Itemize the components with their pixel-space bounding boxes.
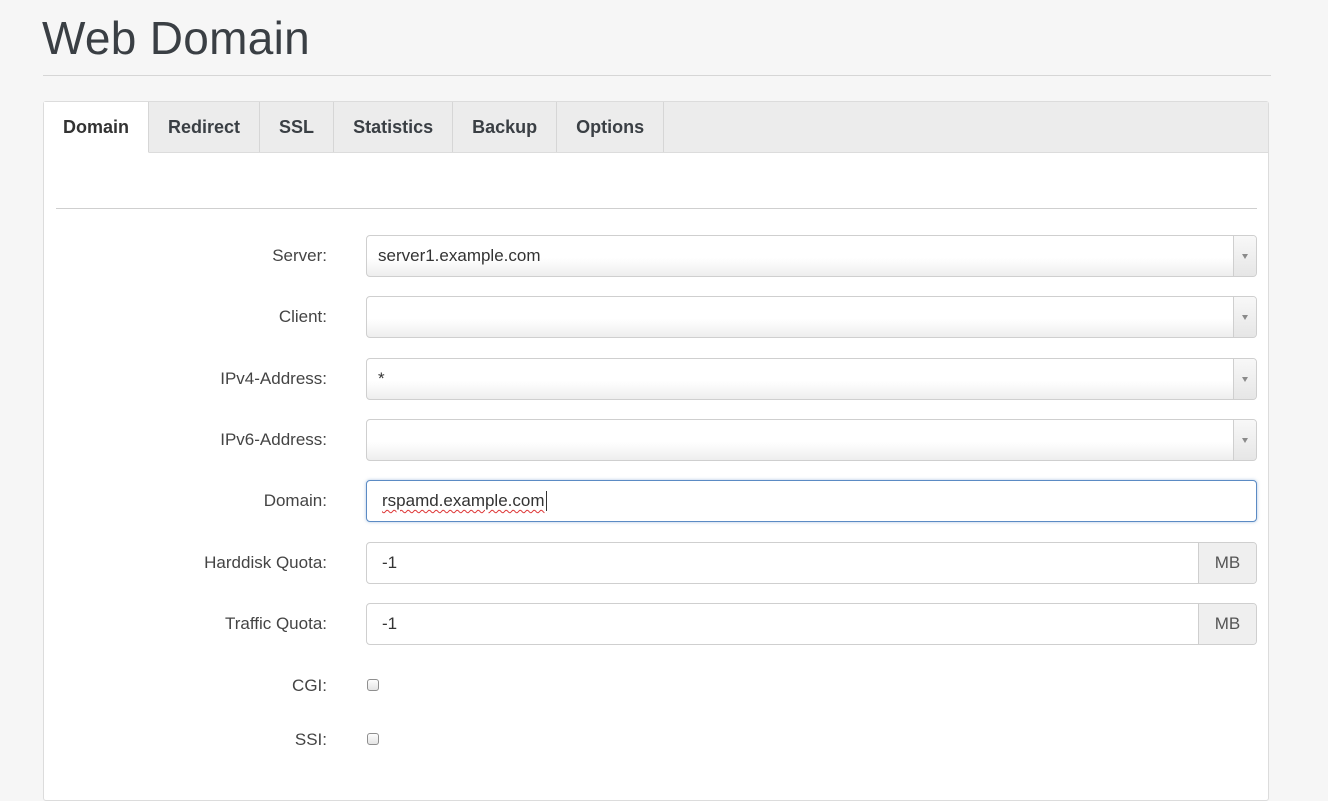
ipv6-label: IPv6-Address:	[220, 430, 327, 449]
traffic-quota-input-group: -1 MB	[366, 603, 1257, 645]
ipv4-select-toggle[interactable]	[1233, 359, 1256, 399]
client-label: Client:	[278, 307, 327, 326]
chevron-down-icon	[1242, 437, 1248, 443]
ipv4-row: IPv4-Address: *	[44, 358, 1268, 400]
domain-input[interactable]: rspamd.example.com	[366, 480, 1257, 522]
chevron-down-icon	[1242, 253, 1248, 259]
tab-redirect[interactable]: Redirect	[149, 102, 261, 152]
text-cursor	[545, 491, 547, 511]
ipv4-select[interactable]: *	[366, 358, 1257, 400]
server-select[interactable]: server1.example.com	[366, 235, 1257, 277]
server-select-value: server1.example.com	[378, 246, 541, 265]
tab-statistics[interactable]: Statistics	[334, 102, 454, 152]
ssi-checkbox[interactable]	[367, 733, 379, 745]
tab-domain[interactable]: Domain	[44, 102, 150, 153]
ssi-label: SSI:	[294, 730, 327, 749]
cgi-checkbox[interactable]	[367, 679, 379, 691]
ipv6-select[interactable]	[366, 419, 1257, 461]
client-row: Client:	[44, 296, 1268, 338]
harddisk-quota-input-group: -1 MB	[366, 542, 1257, 584]
client-select[interactable]	[366, 296, 1257, 338]
cgi-label: CGI:	[292, 676, 327, 695]
traffic-quota-unit: MB	[1198, 604, 1256, 644]
server-label: Server:	[272, 246, 327, 265]
chevron-down-icon	[1242, 376, 1248, 382]
ipv6-row: IPv6-Address:	[44, 419, 1268, 461]
client-select-toggle[interactable]	[1233, 297, 1256, 337]
ipv6-select-toggle[interactable]	[1233, 420, 1256, 460]
tab-ssl[interactable]: SSL	[260, 102, 335, 152]
web-domain-panel: Domain Redirect SSL Statistics Backup Op…	[43, 101, 1269, 801]
form-divider	[56, 208, 1257, 209]
tab-bar: Domain Redirect SSL Statistics Backup Op…	[44, 102, 1268, 153]
page-title: Web Domain	[42, 12, 311, 64]
traffic-quota-row: Traffic Quota: -1 MB	[44, 603, 1268, 645]
domain-label: Domain:	[263, 491, 327, 510]
harddisk-quota-input[interactable]: -1	[367, 543, 1198, 583]
server-row: Server: server1.example.com	[44, 235, 1268, 277]
harddisk-quota-label: Harddisk Quota:	[204, 553, 327, 572]
ipv4-label: IPv4-Address:	[220, 369, 327, 388]
server-select-toggle[interactable]	[1233, 236, 1256, 276]
domain-row: Domain: rspamd.example.com	[44, 480, 1268, 522]
tab-backup[interactable]: Backup	[453, 102, 558, 152]
harddisk-quota-unit: MB	[1198, 543, 1256, 583]
tab-options[interactable]: Options	[557, 102, 665, 152]
chevron-down-icon	[1242, 314, 1248, 320]
ssi-row: SSI:	[44, 719, 1268, 761]
title-divider	[43, 75, 1271, 76]
harddisk-quota-row: Harddisk Quota: -1 MB	[44, 542, 1268, 584]
traffic-quota-label: Traffic Quota:	[224, 614, 327, 633]
ipv4-select-value: *	[378, 369, 385, 388]
traffic-quota-input[interactable]: -1	[367, 604, 1198, 644]
domain-input-value: rspamd.example.com	[382, 491, 545, 510]
cgi-row: CGI:	[44, 665, 1268, 707]
